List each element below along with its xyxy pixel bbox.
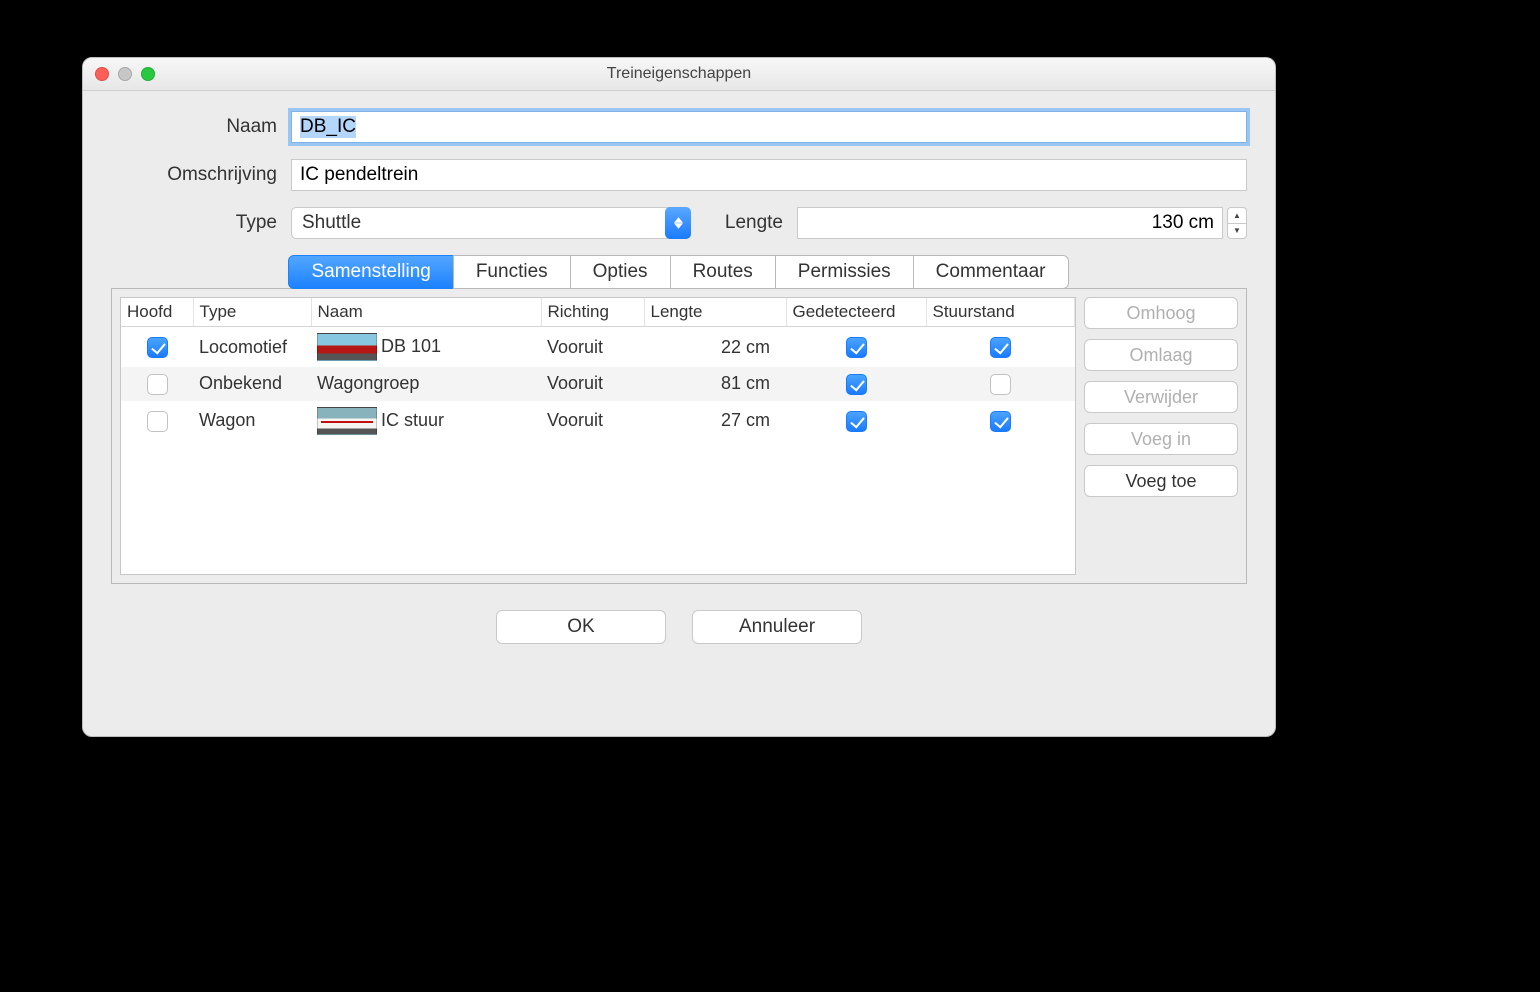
cell-direction: Vooruit [541, 401, 644, 441]
tab-commentaar[interactable]: Commentaar [913, 255, 1069, 289]
cell-direction: Vooruit [541, 327, 644, 368]
stepper-down-icon[interactable]: ▼ [1227, 223, 1247, 240]
move-up-button[interactable]: Omhoog [1084, 297, 1238, 329]
length-stepper[interactable]: ▲ ▼ [1227, 207, 1247, 239]
type-select[interactable]: Shuttle [291, 207, 691, 239]
hoofd-checkbox[interactable] [147, 374, 168, 395]
tab-permissies[interactable]: Permissies [775, 255, 914, 289]
add-button[interactable]: Voeg toe [1084, 465, 1238, 497]
cell-type: Wagon [193, 401, 311, 441]
stepper-up-icon[interactable]: ▲ [1227, 207, 1247, 223]
side-button-column: Omhoog Omlaag Verwijder Voeg in Voeg toe [1084, 289, 1246, 583]
composition-table: HoofdTypeNaamRichtingLengteGedetecteerdS… [121, 298, 1075, 441]
gedetecteerd-checkbox[interactable] [846, 337, 867, 358]
hoofd-checkbox[interactable] [147, 337, 168, 358]
name-label: Naam [111, 116, 291, 138]
stuurstand-checkbox[interactable] [990, 411, 1011, 432]
composition-table-wrap: HoofdTypeNaamRichtingLengteGedetecteerdS… [120, 297, 1076, 575]
delete-button[interactable]: Verwijder [1084, 381, 1238, 413]
cell-name: DB 101 [311, 327, 541, 368]
tab-opties[interactable]: Opties [570, 255, 671, 289]
column-header[interactable]: Stuurstand [926, 298, 1075, 327]
move-down-button[interactable]: Omlaag [1084, 339, 1238, 371]
stuurstand-checkbox[interactable] [990, 374, 1011, 395]
length-field[interactable] [797, 207, 1223, 239]
column-header[interactable]: Richting [541, 298, 644, 327]
column-header[interactable]: Type [193, 298, 311, 327]
gedetecteerd-checkbox[interactable] [846, 411, 867, 432]
length-label: Lengte [691, 212, 797, 234]
stuurstand-checkbox[interactable] [990, 337, 1011, 358]
insert-button[interactable]: Voeg in [1084, 423, 1238, 455]
cell-name: IC stuur [311, 401, 541, 441]
table-row[interactable]: WagonIC stuurVooruit27 cm [121, 401, 1075, 441]
tab-functies[interactable]: Functies [453, 255, 571, 289]
cell-length: 81 cm [644, 367, 786, 401]
name-field[interactable] [291, 111, 1247, 143]
dialog-window: Treineigenschappen Naam Omschrijving Typ… [82, 57, 1276, 737]
chevron-updown-icon [665, 207, 691, 239]
cell-type: Onbekend [193, 367, 311, 401]
wagon-icon [317, 407, 377, 435]
form-area: Naam Omschrijving Type Shuttle Lengte ▲ … [83, 91, 1275, 239]
window-title: Treineigenschappen [83, 65, 1275, 83]
table-row[interactable]: LocomotiefDB 101Vooruit22 cm [121, 327, 1075, 368]
cell-direction: Vooruit [541, 367, 644, 401]
dialog-footer: OK Annuleer [83, 610, 1275, 644]
type-label: Type [111, 212, 291, 234]
hoofd-checkbox[interactable] [147, 411, 168, 432]
composition-panel: HoofdTypeNaamRichtingLengteGedetecteerdS… [111, 288, 1247, 584]
locomotive-icon [317, 333, 377, 361]
type-select-value: Shuttle [302, 212, 361, 234]
cancel-button[interactable]: Annuleer [692, 610, 862, 644]
column-header[interactable]: Hoofd [121, 298, 193, 327]
tab-samenstelling[interactable]: Samenstelling [288, 255, 453, 289]
column-header[interactable]: Naam [311, 298, 541, 327]
description-field[interactable] [291, 159, 1247, 191]
cell-name: Wagongroep [311, 367, 541, 401]
tab-bar: SamenstellingFunctiesOptiesRoutesPermiss… [111, 255, 1247, 289]
table-row[interactable]: OnbekendWagongroepVooruit81 cm [121, 367, 1075, 401]
description-label: Omschrijving [111, 164, 291, 186]
gedetecteerd-checkbox[interactable] [846, 374, 867, 395]
cell-length: 27 cm [644, 401, 786, 441]
cell-type: Locomotief [193, 327, 311, 368]
tab-routes[interactable]: Routes [670, 255, 776, 289]
ok-button[interactable]: OK [496, 610, 666, 644]
cell-length: 22 cm [644, 327, 786, 368]
titlebar: Treineigenschappen [83, 58, 1275, 91]
column-header[interactable]: Lengte [644, 298, 786, 327]
column-header[interactable]: Gedetecteerd [786, 298, 926, 327]
